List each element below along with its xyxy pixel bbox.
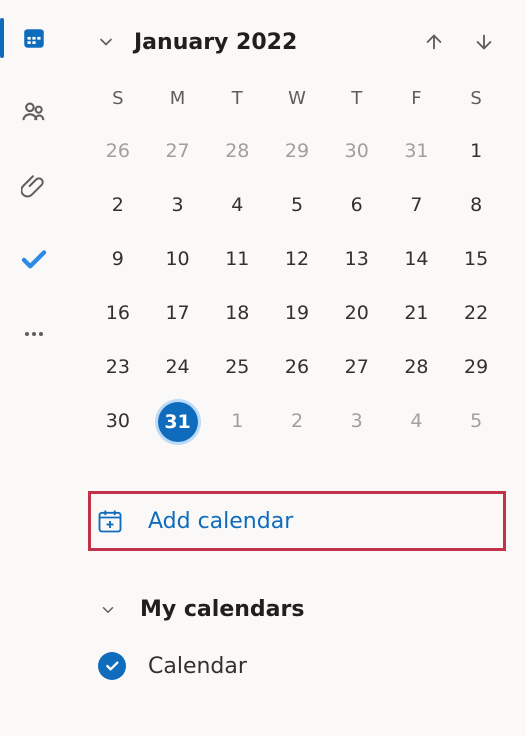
day-cell[interactable]: 26 xyxy=(88,127,148,175)
paperclip-icon xyxy=(21,173,47,199)
day-cell[interactable]: 1 xyxy=(446,127,506,175)
calendar-icon xyxy=(21,25,47,51)
day-cell[interactable]: 30 xyxy=(327,127,387,175)
day-cell[interactable]: 21 xyxy=(387,289,447,337)
dow-cell: M xyxy=(148,80,208,121)
add-calendar-button[interactable]: Add calendar xyxy=(88,491,506,551)
day-cell[interactable]: 28 xyxy=(207,127,267,175)
month-picker-header: January 2022 xyxy=(88,24,506,72)
chevron-down-icon xyxy=(96,598,120,622)
dow-cell: F xyxy=(387,80,447,121)
day-cell[interactable]: 17 xyxy=(148,289,208,337)
people-icon xyxy=(20,98,48,126)
next-month-button[interactable] xyxy=(466,24,502,60)
arrow-up-icon xyxy=(423,31,445,53)
day-cell[interactable]: 24 xyxy=(148,343,208,391)
month-title[interactable]: January 2022 xyxy=(134,30,402,55)
more-icon xyxy=(22,322,46,346)
day-cell[interactable]: 30 xyxy=(88,397,148,445)
rail-files[interactable] xyxy=(14,166,54,206)
day-cell[interactable]: 6 xyxy=(327,181,387,229)
day-cell[interactable]: 7 xyxy=(387,181,447,229)
day-cell[interactable]: 29 xyxy=(446,343,506,391)
dow-cell: T xyxy=(207,80,267,121)
day-cell[interactable]: 18 xyxy=(207,289,267,337)
month-collapse-toggle[interactable] xyxy=(92,28,120,56)
add-calendar-icon xyxy=(96,507,124,535)
rail-calendar[interactable] xyxy=(14,18,54,58)
app-rail xyxy=(0,0,68,736)
day-cell[interactable]: 25 xyxy=(207,343,267,391)
chevron-down-icon xyxy=(96,32,116,52)
day-cell[interactable]: 8 xyxy=(446,181,506,229)
day-cell[interactable]: 2 xyxy=(88,181,148,229)
add-calendar-label: Add calendar xyxy=(148,509,293,534)
day-cell[interactable]: 20 xyxy=(327,289,387,337)
calendar-item-label: Calendar xyxy=(148,654,247,679)
day-cell[interactable]: 27 xyxy=(327,343,387,391)
dow-cell: S xyxy=(446,80,506,121)
day-cell[interactable]: 10 xyxy=(148,235,208,283)
day-cell[interactable]: 31 xyxy=(387,127,447,175)
day-cell[interactable]: 27 xyxy=(148,127,208,175)
day-cell[interactable]: 16 xyxy=(88,289,148,337)
calendar-checkbox[interactable] xyxy=(98,652,126,680)
day-cell[interactable]: 2 xyxy=(267,397,327,445)
rail-more[interactable] xyxy=(14,314,54,354)
day-cell[interactable]: 29 xyxy=(267,127,327,175)
rail-todo[interactable] xyxy=(14,240,54,280)
day-cell[interactable]: 15 xyxy=(446,235,506,283)
day-cell[interactable]: 9 xyxy=(88,235,148,283)
day-cell[interactable]: 3 xyxy=(148,181,208,229)
day-cell[interactable]: 26 xyxy=(267,343,327,391)
day-cell[interactable]: 22 xyxy=(446,289,506,337)
rail-people[interactable] xyxy=(14,92,54,132)
calendar-item[interactable]: Calendar xyxy=(88,652,506,680)
day-cell[interactable]: 1 xyxy=(207,397,267,445)
check-icon xyxy=(104,658,120,674)
dow-cell: W xyxy=(267,80,327,121)
calendar-panel: January 2022 S M T W T F S 26 27 28 29 3… xyxy=(68,0,526,736)
checkmark-icon xyxy=(19,245,49,275)
dow-cell: T xyxy=(327,80,387,121)
day-cell[interactable]: 11 xyxy=(207,235,267,283)
day-cell[interactable]: 4 xyxy=(207,181,267,229)
day-cell[interactable]: 4 xyxy=(387,397,447,445)
day-cell[interactable]: 3 xyxy=(327,397,387,445)
day-cell[interactable]: 23 xyxy=(88,343,148,391)
day-cell[interactable]: 5 xyxy=(446,397,506,445)
day-cell[interactable]: 13 xyxy=(327,235,387,283)
dow-cell: S xyxy=(88,80,148,121)
arrow-down-icon xyxy=(473,31,495,53)
day-cell[interactable]: 28 xyxy=(387,343,447,391)
month-grid: S M T W T F S 26 27 28 29 30 31 1 2 3 4 … xyxy=(88,80,506,445)
day-cell[interactable]: 12 xyxy=(267,235,327,283)
day-cell-today[interactable]: 31 xyxy=(148,397,208,445)
my-calendars-label: My calendars xyxy=(140,597,304,622)
day-cell[interactable]: 5 xyxy=(267,181,327,229)
my-calendars-header[interactable]: My calendars xyxy=(88,597,506,622)
prev-month-button[interactable] xyxy=(416,24,452,60)
day-cell[interactable]: 14 xyxy=(387,235,447,283)
day-cell[interactable]: 19 xyxy=(267,289,327,337)
